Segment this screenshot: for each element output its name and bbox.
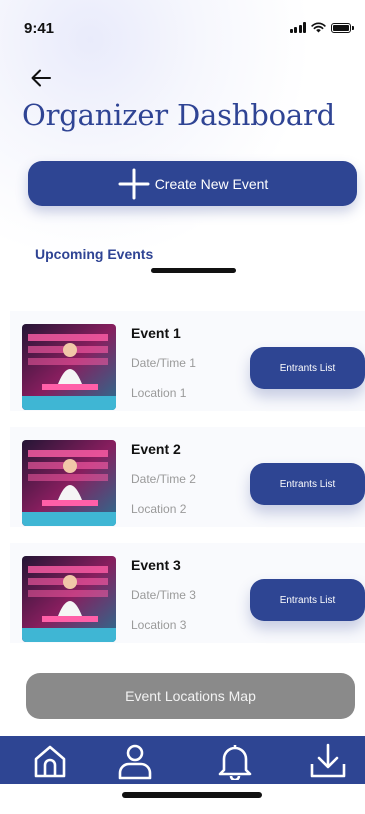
event-card-2[interactable]: Event 2 Date/Time 2 Location 2 Entrants … [10, 427, 365, 527]
nav-download[interactable] [308, 742, 348, 780]
battery-icon [331, 22, 354, 33]
home-icon [34, 745, 66, 778]
event-locations-map-button[interactable]: Event Locations Map [26, 673, 355, 719]
plus-icon [118, 168, 150, 199]
tab-upcoming-events[interactable]: Upcoming Events [35, 246, 153, 262]
nav-profile[interactable] [115, 742, 155, 780]
wifi-icon [311, 22, 326, 33]
event-datetime: Date/Time 2 [131, 472, 196, 486]
event-name: Event 2 [131, 441, 181, 457]
event-name: Event 1 [131, 325, 181, 341]
entrants-list-button[interactable]: Entrants List [250, 579, 365, 621]
home-indicator[interactable] [122, 792, 262, 798]
event-thumbnail [22, 440, 116, 526]
event-datetime: Date/Time 3 [131, 588, 196, 602]
event-datetime: Date/Time 1 [131, 356, 196, 370]
download-icon [310, 743, 346, 778]
nav-notifications[interactable] [215, 742, 255, 782]
nav-home[interactable] [30, 742, 70, 780]
event-name: Event 3 [131, 557, 181, 573]
event-card-3[interactable]: Event 3 Date/Time 3 Location 3 Entrants … [10, 543, 365, 643]
bottom-nav [0, 736, 365, 784]
event-location: Location 1 [131, 386, 187, 400]
bell-icon [218, 745, 252, 782]
event-card-1[interactable]: Event 1 Date/Time 1 Location 1 Entrants … [10, 311, 365, 411]
signal-icon [289, 22, 306, 33]
event-location: Location 2 [131, 502, 187, 516]
back-arrow-icon[interactable] [30, 68, 52, 88]
event-location: Location 3 [131, 618, 187, 632]
status-icons [289, 22, 354, 33]
status-time: 9:41 [24, 20, 55, 37]
event-thumbnail [22, 556, 116, 642]
profile-icon [118, 744, 152, 780]
create-new-event-label: Create New Event [154, 175, 269, 192]
page-title: Organizer Dashboard [22, 98, 336, 132]
create-new-event-button[interactable]: Create New Event [28, 161, 357, 206]
entrants-list-button[interactable]: Entrants List [250, 347, 365, 389]
entrants-list-button[interactable]: Entrants List [250, 463, 365, 505]
screen: 9:41 Organizer Dashboard Create New Even… [0, 0, 365, 814]
event-thumbnail [22, 324, 116, 410]
tab-indicator [151, 268, 236, 273]
